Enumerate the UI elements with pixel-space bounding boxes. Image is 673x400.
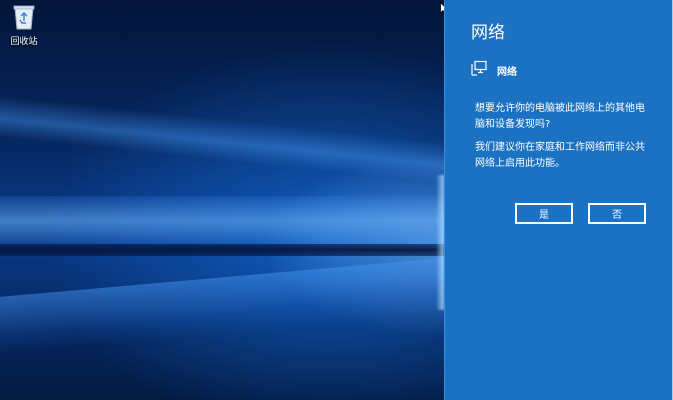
- recycle-bin-label: 回收站: [10, 37, 38, 47]
- recycle-bin-icon: [13, 4, 35, 30]
- discovery-question: 想要允许你的电脑被此网络上的其他电脑和设备发现吗?: [475, 103, 645, 130]
- wallpaper-shadow-band: [0, 244, 444, 256]
- desktop-wallpaper: 回收站: [0, 0, 444, 400]
- no-button[interactable]: 否: [588, 203, 646, 224]
- recycle-bin-shortcut[interactable]: 回收站: [6, 4, 42, 47]
- yes-button[interactable]: 是: [515, 203, 573, 224]
- network-item: 网络: [471, 60, 517, 80]
- network-discovery-panel: 网络 网络 想要允许你的电脑被此网络上的其他电脑和设备发现吗? 我们建议你在家庭…: [444, 0, 673, 400]
- wallpaper-light-beam: [0, 196, 444, 246]
- discovery-advice: 我们建议你在家庭和工作网络而非公共网络上启用此功能。: [475, 142, 645, 169]
- panel-title: 网络: [471, 23, 505, 43]
- wallpaper-light-beam: [0, 258, 444, 353]
- network-name: 网络: [497, 66, 517, 78]
- wallpaper-light-beam: [0, 95, 444, 184]
- wallpaper-edge-glow: [436, 175, 444, 310]
- network-monitor-icon: [471, 60, 487, 80]
